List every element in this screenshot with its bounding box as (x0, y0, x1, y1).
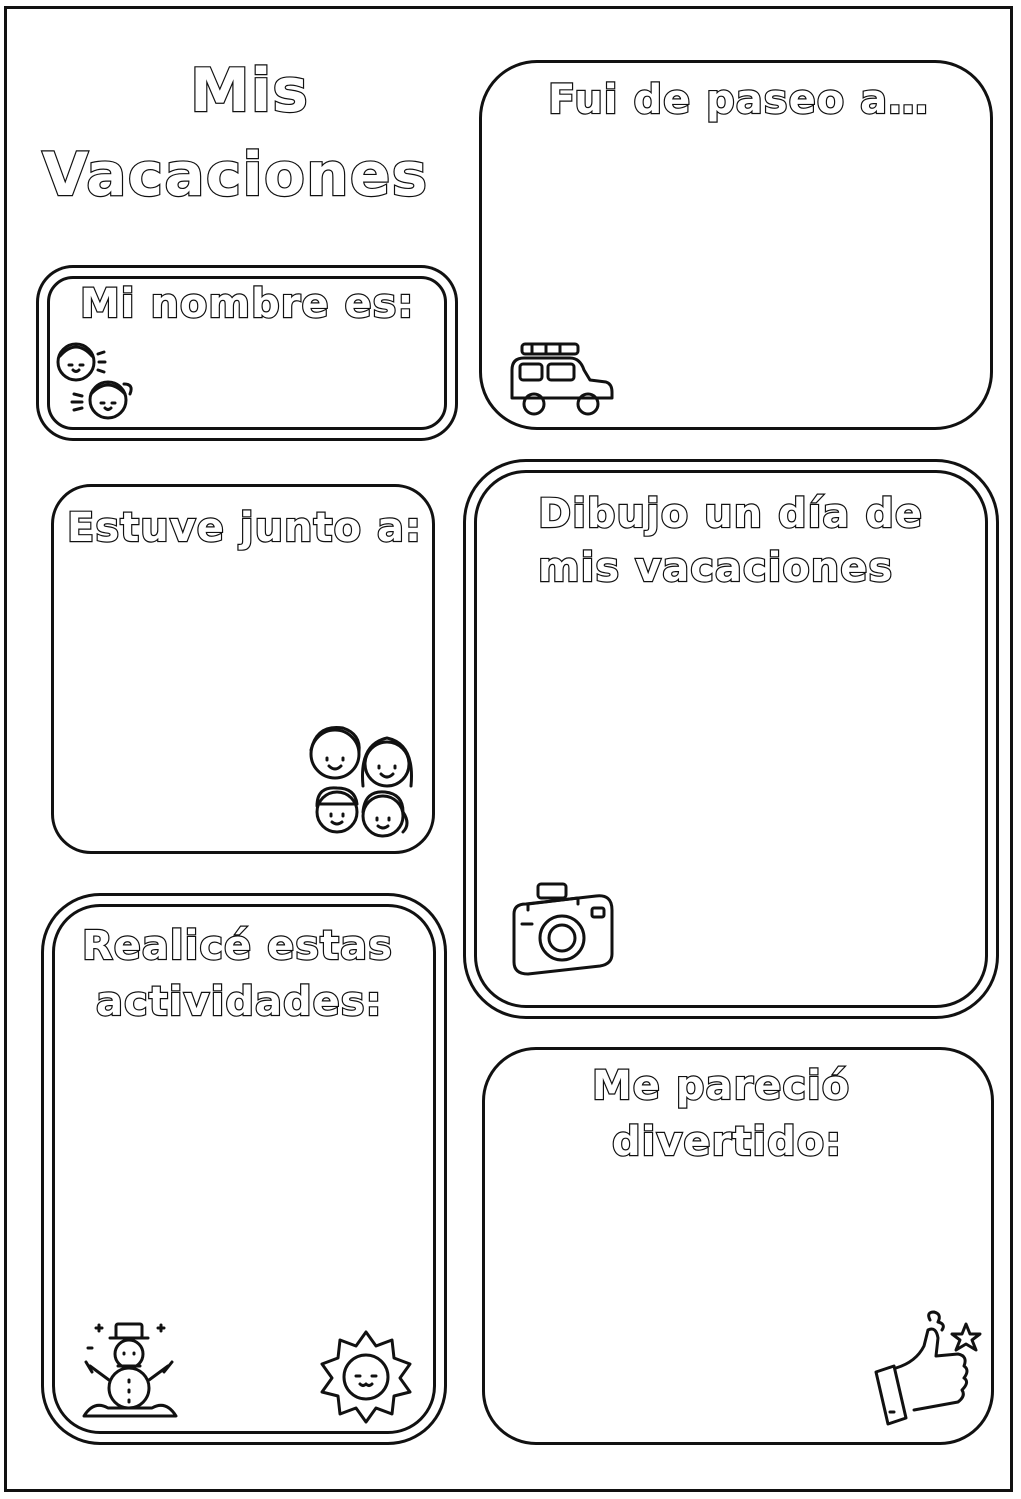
name-heading: Mi nombre es: (79, 281, 415, 328)
camera-icon (508, 880, 618, 978)
thumbs-up-icon (872, 1310, 982, 1430)
drawing-heading-line-1: Dibujo un día de (537, 491, 924, 538)
kids-faces-icon (52, 338, 140, 422)
family-icon (303, 720, 418, 840)
snowman-icon (78, 1316, 182, 1422)
trip-heading: Fui de paseo a… (547, 77, 930, 124)
car-icon (506, 340, 616, 420)
activities-heading-line-1: Realicé estas (81, 923, 393, 970)
fun-heading-line-2: divertido: (611, 1119, 843, 1166)
fun-heading-line-1: Me pareció (591, 1063, 851, 1110)
page-title-line-2: Vacaciones (41, 140, 429, 210)
company-heading: Estuve junto a: (66, 505, 423, 552)
activities-heading-line-2: actividades: (95, 979, 383, 1026)
page-title-line-1: Mis (189, 56, 309, 126)
sun-icon (318, 1328, 414, 1424)
drawing-heading-line-2: mis vacaciones (537, 545, 894, 592)
